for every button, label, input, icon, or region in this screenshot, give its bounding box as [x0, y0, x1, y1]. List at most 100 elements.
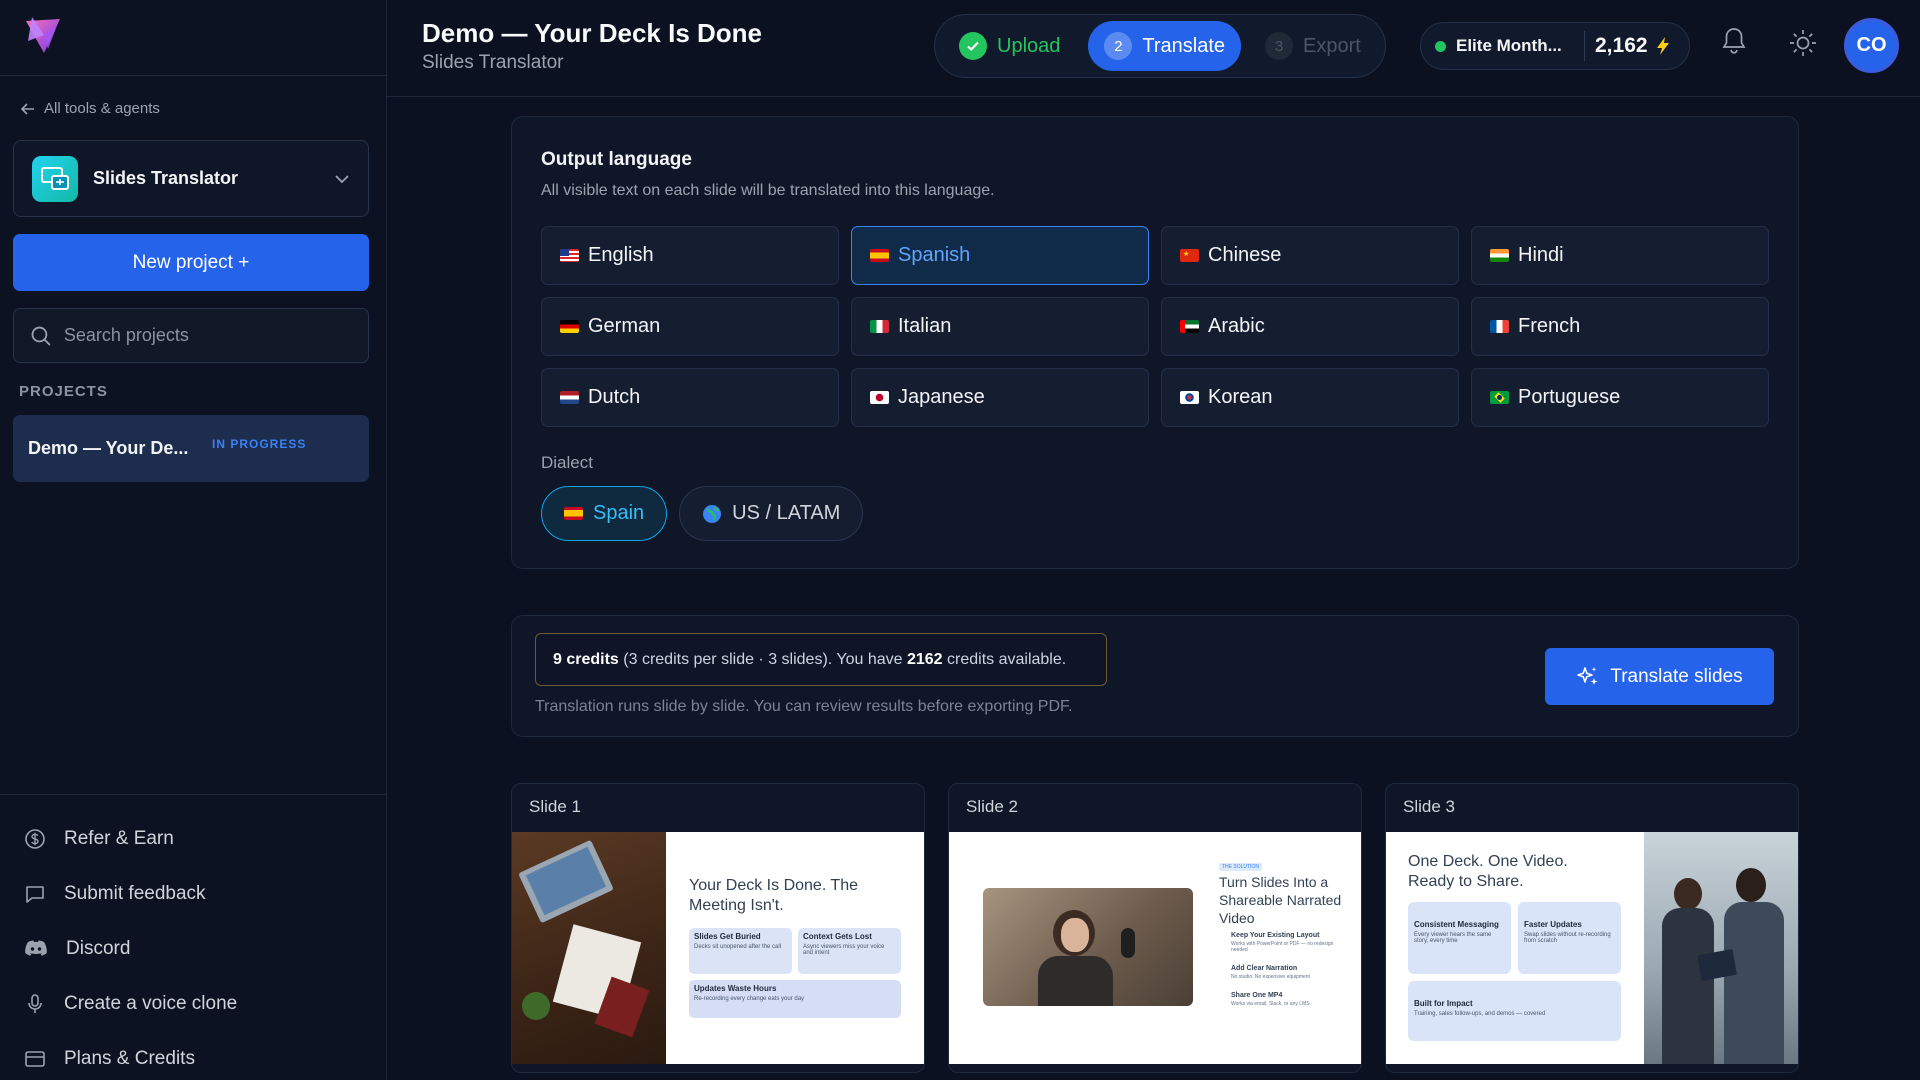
- back-link-label: All tools & agents: [44, 100, 160, 117]
- slide-card-2[interactable]: Slide 2 THE SOLUTION Turn Slides Into a …: [948, 783, 1362, 1073]
- translate-slides-label: Translate slides: [1610, 665, 1743, 687]
- language-option-arabic[interactable]: Arabic: [1161, 297, 1459, 356]
- language-label: Portuguese: [1518, 386, 1621, 408]
- us-flag-icon: [560, 249, 579, 262]
- language-option-korean[interactable]: Korean: [1161, 368, 1459, 427]
- user-avatar[interactable]: CO: [1844, 18, 1899, 73]
- uae-flag-icon: [1180, 320, 1199, 333]
- slide-card-3[interactable]: Slide 3 One Deck. One Video. Ready to Sh…: [1385, 783, 1799, 1073]
- credit-cost-box: 9 credits (3 credits per slide · 3 slide…: [535, 633, 1107, 686]
- language-label: Hindi: [1518, 244, 1564, 266]
- discord-link[interactable]: Discord: [0, 921, 387, 976]
- italy-flag-icon: [870, 320, 889, 333]
- language-label: Japanese: [898, 386, 985, 408]
- refer-earn-label: Refer & Earn: [64, 827, 174, 849]
- slide-list-item: Share One MP4 Works via email, Slack, or…: [1219, 992, 1351, 1007]
- dialect-option-us-latam[interactable]: US / LATAM: [679, 486, 864, 541]
- slide-list-item: Add Clear Narration No studio. No expens…: [1219, 965, 1351, 980]
- all-tools-back-link[interactable]: All tools & agents: [20, 100, 160, 117]
- dialect-label-text: Spain: [593, 502, 645, 524]
- sidebar: All tools & agents Slides Translator New…: [0, 0, 387, 1080]
- credit-cost-amount: 9 credits: [553, 650, 619, 668]
- project-status-badge: IN PROGRESS: [212, 436, 307, 451]
- slide-photo-podcaster: [983, 888, 1193, 1006]
- language-option-spanish[interactable]: Spanish: [851, 226, 1149, 285]
- dialect-option-spain[interactable]: Spain: [541, 486, 668, 541]
- slide-item-text: No studio. No expensive equipment: [1231, 974, 1310, 980]
- search-projects-box[interactable]: [13, 308, 369, 363]
- step-export-label: Export: [1303, 34, 1361, 57]
- slide-card-title: Consistent Messaging: [1414, 920, 1499, 929]
- credit-balance: 2,162: [1595, 34, 1648, 57]
- credits-available-amount: 2162: [906, 650, 943, 668]
- globe-icon: [703, 504, 722, 523]
- slide-card-1[interactable]: Slide 1 Your Deck Is Done. The Meeting I…: [511, 783, 925, 1073]
- spain-flag-icon: [870, 249, 889, 262]
- voice-clone-label: Create a voice clone: [64, 992, 238, 1014]
- language-option-japanese[interactable]: Japanese: [851, 368, 1149, 427]
- tool-name: Slides Translator: [93, 168, 239, 188]
- sun-theme-icon[interactable]: [1788, 28, 1818, 58]
- slide-thumbnail: THE SOLUTION Turn Slides Into a Shareabl…: [949, 832, 1361, 1064]
- language-label: English: [588, 244, 654, 266]
- slide-card-text: Swap slides without re-recording from sc…: [1524, 932, 1611, 944]
- language-option-german[interactable]: German: [541, 297, 839, 356]
- step-translate[interactable]: 2 Translate: [1088, 21, 1242, 71]
- app-logo-icon[interactable]: [22, 13, 64, 57]
- microphone-icon: [28, 993, 42, 1013]
- project-item[interactable]: Demo — Your De... IN PROGRESS: [13, 415, 369, 482]
- credit-cost-detail: (3 credits per slide · 3 slides). You ha…: [623, 650, 903, 668]
- chevron-down-icon: [335, 174, 349, 183]
- slide-heading: Turn Slides Into a Shareable Narrated Vi…: [1219, 874, 1342, 926]
- language-label: Chinese: [1208, 244, 1282, 266]
- discord-label: Discord: [66, 937, 131, 959]
- refer-earn-link[interactable]: Refer & Earn: [0, 811, 387, 866]
- output-language-panel: Output language All visible text on each…: [511, 116, 1799, 569]
- tool-selector[interactable]: Slides Translator: [13, 140, 369, 217]
- slide-tag: THE SOLUTION: [1219, 863, 1262, 871]
- arrow-left-icon: [20, 102, 34, 115]
- language-option-dutch[interactable]: Dutch: [541, 368, 839, 427]
- plan-credits-box[interactable]: Elite Month... 2,162: [1420, 22, 1690, 70]
- page-title: Demo — Your Deck Is Done: [422, 18, 763, 48]
- slide-card-text: Async viewers miss your voice and intent: [803, 944, 885, 956]
- bell-icon[interactable]: [1721, 26, 1747, 56]
- step-upload[interactable]: Upload: [943, 21, 1076, 71]
- japan-flag-icon: [870, 391, 889, 404]
- language-option-chinese[interactable]: ★ Chinese: [1161, 226, 1459, 285]
- slide-card-title: Slides Get Buried: [694, 932, 761, 941]
- language-option-english[interactable]: English: [541, 226, 839, 285]
- language-option-italian[interactable]: Italian: [851, 297, 1149, 356]
- search-input[interactable]: [63, 325, 352, 346]
- plans-credits-link[interactable]: Plans & Credits: [0, 1031, 387, 1080]
- slide-list-item: Keep Your Existing Layout Works with Pow…: [1219, 932, 1351, 953]
- translation-note: Translation runs slide by slide. You can…: [535, 698, 1073, 715]
- credits-available-suffix: credits available.: [947, 650, 1067, 668]
- language-label: Korean: [1208, 386, 1273, 408]
- sidebar-logo-row: [0, 0, 386, 76]
- voice-clone-link[interactable]: Create a voice clone: [0, 976, 387, 1031]
- new-project-button[interactable]: New project +: [13, 234, 369, 291]
- netherlands-flag-icon: [560, 391, 579, 404]
- translate-slides-button[interactable]: Translate slides: [1545, 648, 1774, 705]
- language-option-portuguese[interactable]: Portuguese: [1471, 368, 1769, 427]
- language-label: German: [588, 315, 661, 337]
- slide-card: Updates Waste Hours Re-recording every c…: [689, 980, 901, 1018]
- credits-summary-panel: 9 credits (3 credits per slide · 3 slide…: [511, 615, 1799, 737]
- slide-list: Keep Your Existing Layout Works with Pow…: [1219, 932, 1351, 1007]
- output-language-title: Output language: [541, 149, 692, 170]
- slide-item-text: Works via email, Slack, or any LMS: [1231, 1001, 1310, 1007]
- slide-item-text: Works with PowerPoint or PDF — no redesi…: [1231, 941, 1334, 953]
- step-translate-label: Translate: [1142, 34, 1226, 57]
- slides-translator-icon: [32, 155, 78, 202]
- lightning-icon: [1656, 37, 1669, 55]
- page-subtitle: Slides Translator: [422, 52, 564, 73]
- language-option-hindi[interactable]: Hindi: [1471, 226, 1769, 285]
- china-flag-icon: ★: [1180, 249, 1199, 262]
- language-option-french[interactable]: French: [1471, 297, 1769, 356]
- slide-heading: One Deck. One Video. Ready to Share.: [1408, 853, 1568, 890]
- slide-card: Faster Updates Swap slides without re-re…: [1518, 902, 1621, 974]
- plans-credits-label: Plans & Credits: [64, 1047, 195, 1069]
- step-export[interactable]: 3 Export: [1249, 21, 1377, 71]
- submit-feedback-link[interactable]: Submit feedback: [0, 866, 387, 921]
